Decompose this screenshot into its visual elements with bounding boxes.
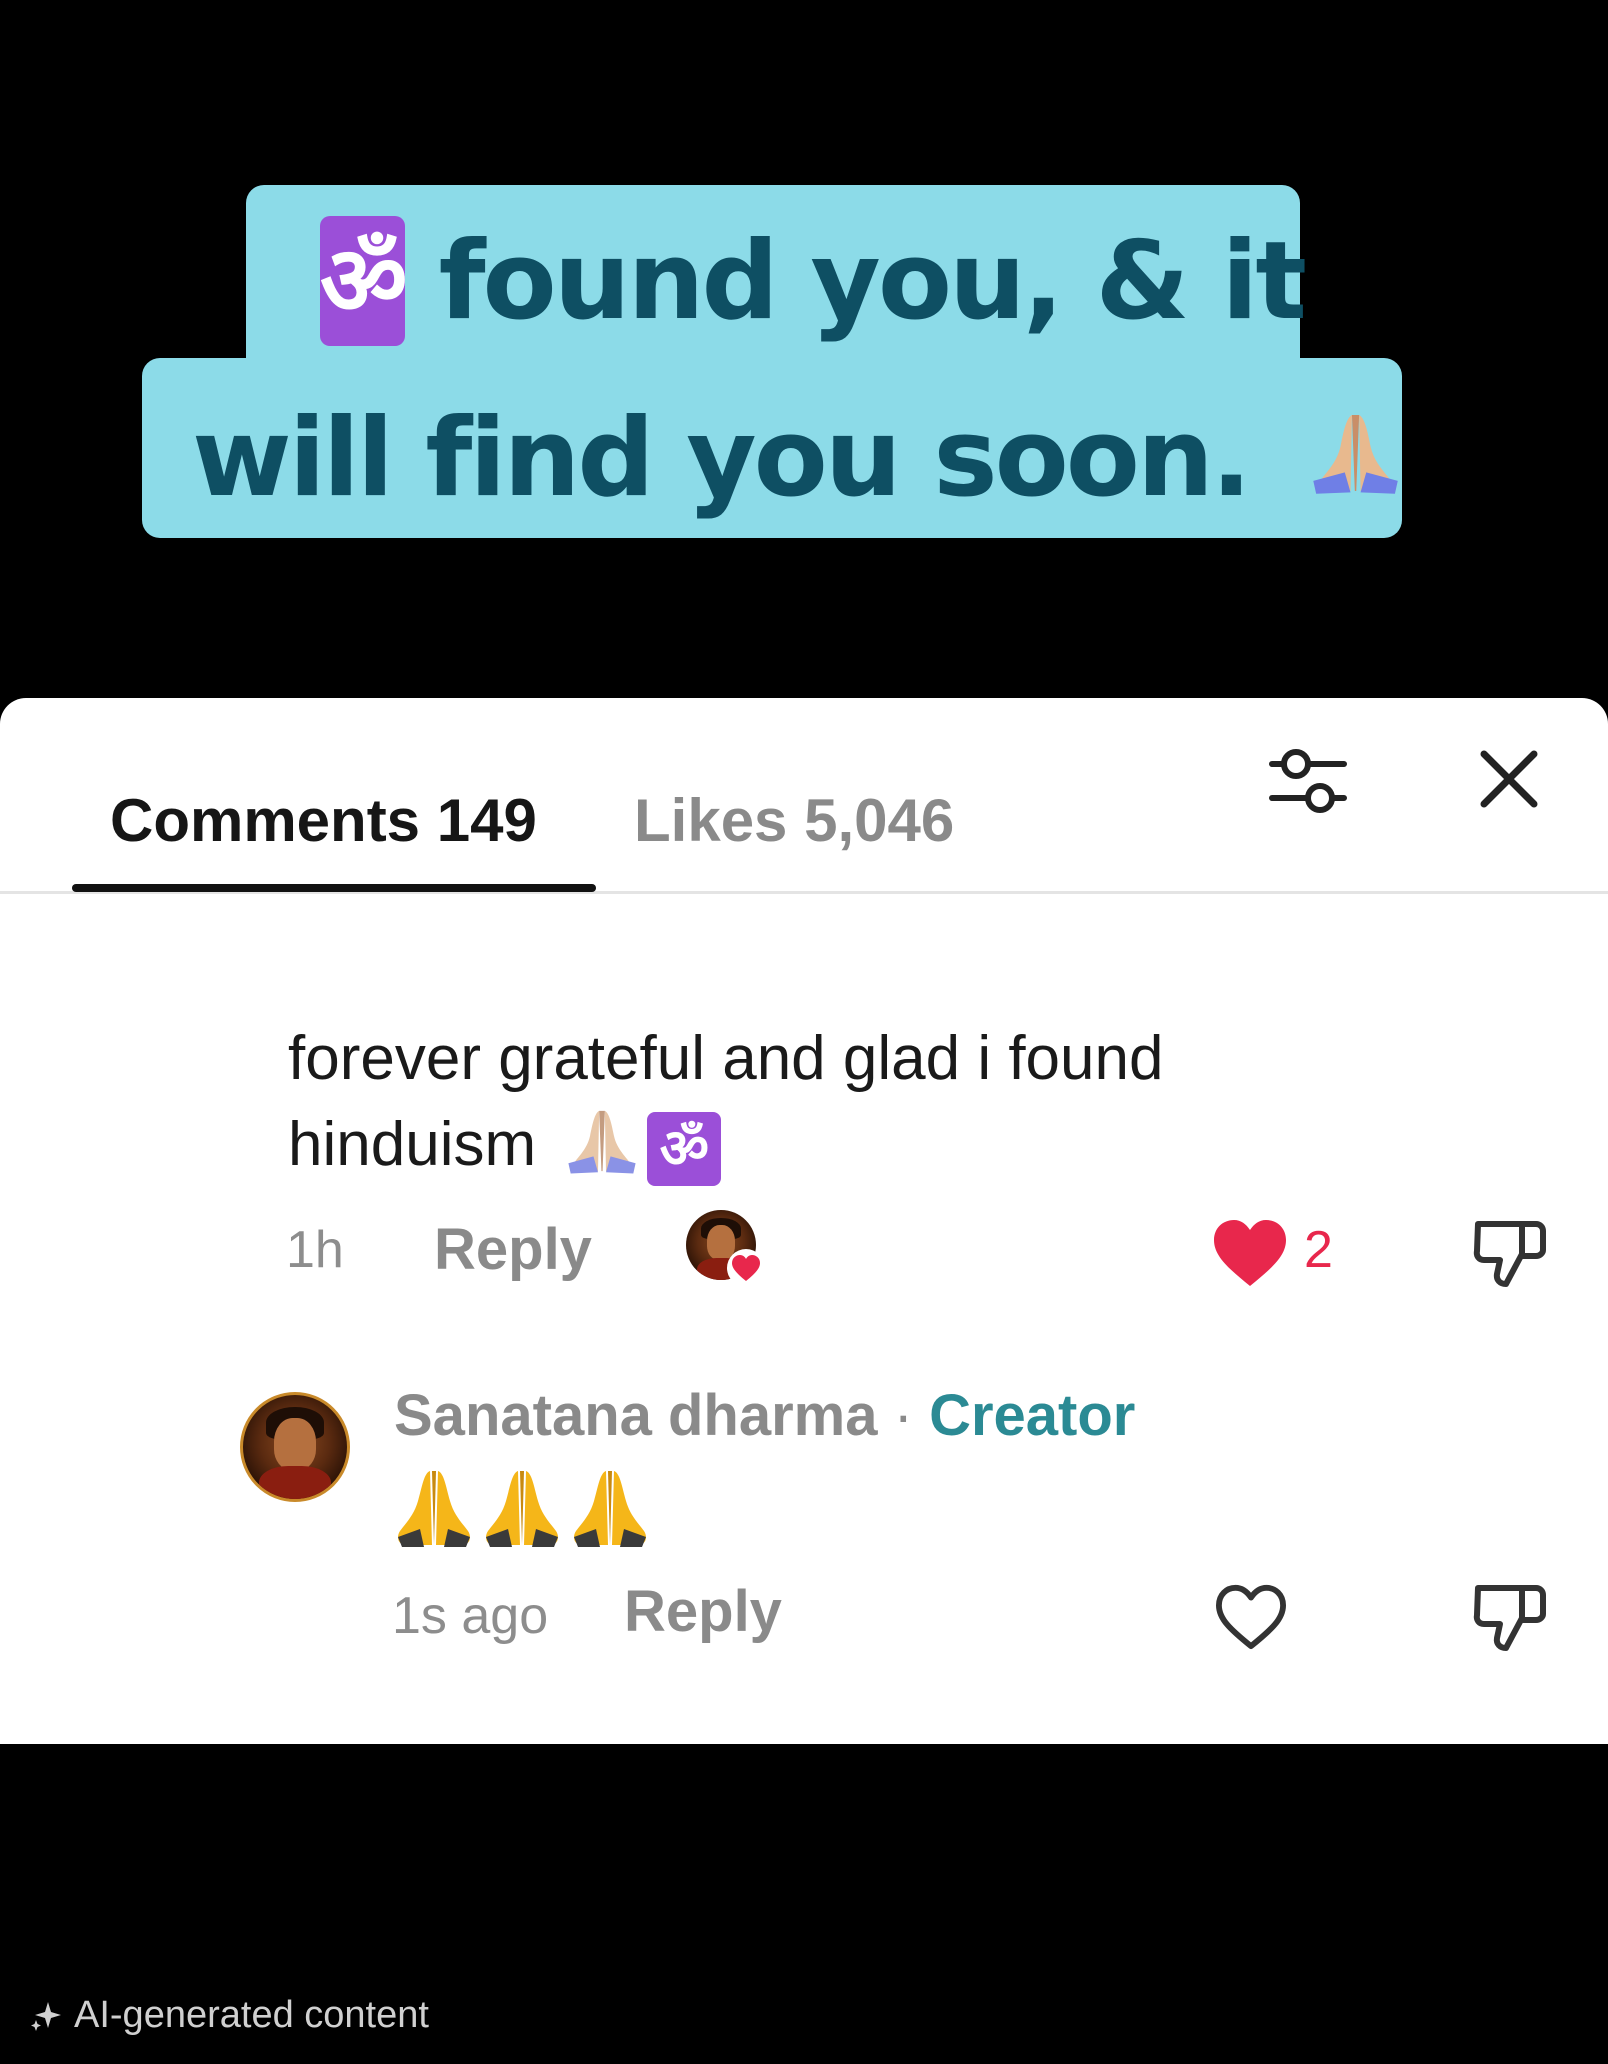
ai-label-text: AI-generated content: [74, 1994, 429, 2036]
comments-sheet: Comments 149 Likes 5,046 forever gratefu…: [0, 698, 1608, 1744]
tab-comments[interactable]: Comments 149: [110, 786, 537, 855]
reply-time: 1s ago: [392, 1587, 549, 1645]
ai-generated-label: AI-generated content: [28, 1994, 429, 2037]
like-heart-icon[interactable]: [1210, 1216, 1290, 1288]
reply-author-name[interactable]: Sanatana dharma: [394, 1383, 878, 1448]
comment-reply-button[interactable]: Reply: [434, 1216, 592, 1283]
filter-sliders-icon[interactable]: [1266, 738, 1350, 822]
reply-text: [394, 1462, 650, 1552]
comment-body: forever grateful and glad i found hindui…: [288, 1024, 1164, 1179]
comment-text: forever grateful and glad i found hindui…: [288, 1016, 1408, 1188]
om-icon: ॐ: [320, 216, 408, 346]
caption-line-2: will find you soon.: [142, 358, 1402, 538]
heart-icon: [727, 1249, 765, 1287]
om-icon: ॐ: [647, 1111, 722, 1186]
like-count: 2: [1304, 1221, 1333, 1279]
dislike-icon[interactable]: [1470, 1574, 1550, 1654]
active-tab-indicator: [72, 884, 596, 892]
close-icon[interactable]: [1478, 748, 1540, 810]
caption-line-1: ॐ found you, & it: [246, 185, 1307, 385]
creator-badge: Creator: [929, 1383, 1136, 1448]
dislike-icon[interactable]: [1470, 1210, 1550, 1290]
like-heart-outline-icon[interactable]: [1212, 1582, 1290, 1652]
praying-hands-icon: [1313, 415, 1398, 494]
author-separator: ·: [877, 1383, 930, 1448]
folded-hands-icon: [398, 1471, 470, 1547]
folded-hands-icon: [486, 1471, 558, 1547]
tab-likes[interactable]: Likes 5,046: [634, 786, 954, 855]
comment-time: 1h: [286, 1221, 344, 1279]
sparkle-icon: [31, 2001, 61, 2031]
reply-reply-button[interactable]: Reply: [624, 1578, 782, 1645]
caption-line-1-text: found you, & it: [438, 218, 1307, 344]
reply-author: Sanatana dharma · Creator: [394, 1382, 1135, 1449]
praying-hands-icon: [568, 1110, 636, 1174]
caption-line-2-text: will find you soon.: [192, 395, 1252, 521]
folded-hands-icon: [574, 1471, 646, 1547]
reply-author-avatar[interactable]: [240, 1392, 350, 1502]
liked-by-creator-badge: [686, 1210, 765, 1287]
